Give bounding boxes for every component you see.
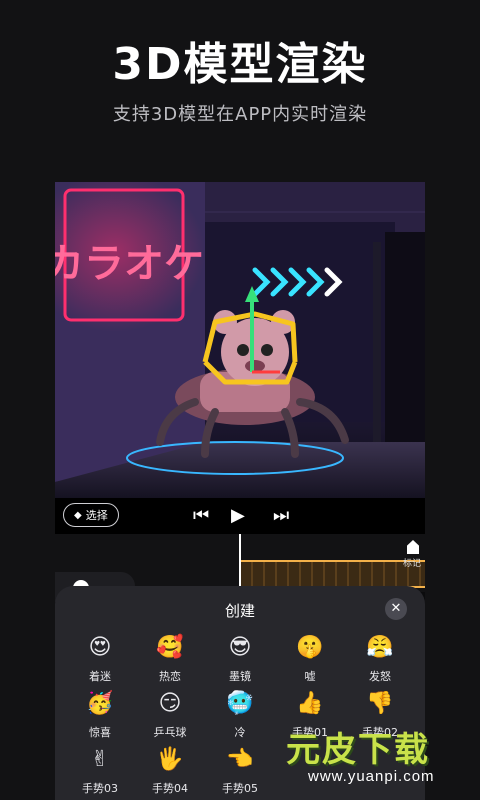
karaoke-scene-illustration: カラオケ xyxy=(55,182,425,498)
hero-title: 3D模型渲染 xyxy=(112,39,368,90)
emoji-item[interactable]: 😏 乒乓球 xyxy=(135,690,205,740)
watermark-url: www.yuanpi.com xyxy=(308,768,435,785)
panel-title: 创建 xyxy=(224,602,255,620)
emoji-label: 着迷 xyxy=(89,670,111,683)
select-button[interactable]: ◆ 选择 xyxy=(63,503,119,527)
skip-previous-icon[interactable]: ⏮ xyxy=(193,504,209,528)
emoji-label: 热恋 xyxy=(159,670,181,683)
playback-controls: ◆ 选择 ⏮ ▶ ⏭ xyxy=(55,498,425,534)
emoji-icon: 🤫 xyxy=(296,635,324,660)
emoji-icon: 👎 xyxy=(366,691,394,716)
emoji-item[interactable]: 🥶 冷 xyxy=(205,690,275,740)
emoji-label: 手势05 xyxy=(222,782,258,795)
emoji-icon: 😍 xyxy=(88,635,112,660)
neon-sign-text: カラオケ xyxy=(55,241,204,287)
emoji-item[interactable]: 🤫 嘘 xyxy=(275,634,345,684)
marker-icon[interactable] xyxy=(407,540,419,554)
marker-label: 标记 xyxy=(403,559,422,569)
watermark: 元皮下载 www.yuanpi.com xyxy=(286,722,480,800)
emoji-label: 墨镜 xyxy=(229,670,251,683)
emoji-icon: 👈 xyxy=(226,747,254,772)
emoji-label: 乒乓球 xyxy=(153,726,187,739)
emoji-icon: 😤 xyxy=(366,635,394,660)
emoji-icon: 😎 xyxy=(228,635,252,660)
emoji-icon: 😏 xyxy=(158,691,182,716)
watermark-brand: 元皮下载 xyxy=(286,730,430,770)
skip-next-icon[interactable]: ⏭ xyxy=(273,504,289,528)
app-screenshot: カラオケ ◆ 选择 ⏮ ▶ ⏭ 标记 创建 ✕ 😍 着迷 🥰 热恋 😎 墨镜 🤫… xyxy=(55,182,425,800)
play-icon[interactable]: ▶ xyxy=(231,504,245,528)
emoji-icon: 🥶 xyxy=(226,691,254,716)
emoji-item[interactable]: 🥳 惊喜 xyxy=(65,690,135,740)
emoji-item[interactable]: 🥰 热恋 xyxy=(135,634,205,684)
emoji-icon: ✌ xyxy=(90,747,110,772)
emoji-item[interactable]: 😎 墨镜 xyxy=(205,634,275,684)
emoji-item[interactable]: 😍 着迷 xyxy=(65,634,135,684)
emoji-label: 发怒 xyxy=(369,670,391,683)
emoji-label: 手势03 xyxy=(82,782,118,795)
close-icon[interactable]: ✕ xyxy=(385,598,407,620)
emoji-item[interactable]: 🖐 手势04 xyxy=(135,746,205,796)
emoji-icon: 🖐 xyxy=(156,747,184,772)
emoji-label: 嘘 xyxy=(304,670,316,683)
select-label: 选择 xyxy=(85,509,108,522)
emoji-icon: 👍 xyxy=(296,691,324,716)
layers-icon: ◆ xyxy=(74,509,82,521)
emoji-item[interactable]: 👈 手势05 xyxy=(205,746,275,796)
emoji-icon: 🥰 xyxy=(156,635,184,660)
3d-viewport[interactable]: カラオケ xyxy=(55,182,425,498)
playhead[interactable] xyxy=(239,534,241,592)
emoji-icon: 🥳 xyxy=(86,691,114,716)
emoji-label: 手势04 xyxy=(152,782,188,795)
emoji-label: 惊喜 xyxy=(89,726,111,739)
emoji-item[interactable]: ✌ 手势03 xyxy=(65,746,135,796)
emoji-label: 冷 xyxy=(234,726,246,739)
hero-subtitle: 支持3D模型在APP内实时渲染 xyxy=(112,104,368,125)
emoji-item[interactable]: 😤 发怒 xyxy=(345,634,415,684)
timeline-track[interactable] xyxy=(241,560,425,588)
